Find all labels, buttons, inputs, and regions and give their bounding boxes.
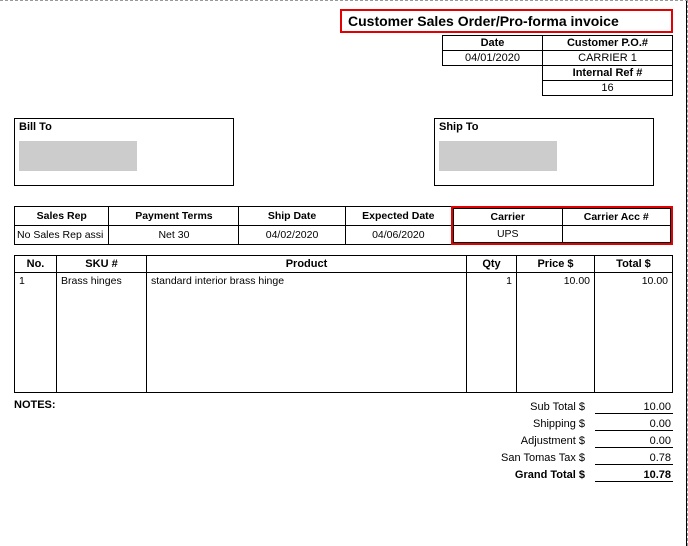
- date-header: Date: [443, 36, 543, 51]
- subtotal-label: Sub Total $: [423, 401, 595, 414]
- ship-to-label: Ship To: [435, 119, 653, 135]
- line-price: 10.00: [517, 273, 595, 393]
- ship-to-redacted: [439, 141, 557, 171]
- carrier-acc-value: [562, 226, 671, 243]
- details-row: Sales Rep Payment Terms Ship Date Expect…: [14, 206, 673, 245]
- ship-to-box: Ship To: [434, 118, 654, 186]
- shipping-value: 0.00: [595, 418, 673, 431]
- carrier-value: UPS: [454, 226, 563, 243]
- date-value: 04/01/2020: [443, 51, 543, 66]
- expected-value: 04/06/2020: [345, 226, 451, 245]
- bill-to-box: Bill To: [14, 118, 234, 186]
- adjustment-label: Adjustment $: [423, 435, 595, 448]
- totals-section: NOTES: Sub Total $ 10.00 Shipping $ 0.00…: [14, 399, 673, 484]
- carrier-header: Carrier: [454, 209, 563, 226]
- shipping-label: Shipping $: [423, 418, 595, 431]
- col-qty: Qty: [467, 256, 517, 273]
- notes-label: NOTES:: [14, 399, 56, 484]
- col-sku: SKU #: [57, 256, 147, 273]
- tax-value: 0.78: [595, 452, 673, 465]
- ref-header: Internal Ref #: [543, 66, 673, 81]
- line-items-table: No. SKU # Product Qty Price $ Total $ 1 …: [14, 255, 673, 393]
- line-qty: 1: [467, 273, 517, 393]
- terms-value: Net 30: [109, 226, 239, 245]
- col-product: Product: [147, 256, 467, 273]
- col-price: Price $: [517, 256, 595, 273]
- col-no: No.: [15, 256, 57, 273]
- line-no: 1: [15, 273, 57, 393]
- po-header: Customer P.O.#: [543, 36, 673, 51]
- grand-total-value: 10.78: [595, 469, 673, 482]
- address-row: Bill To Ship To: [14, 118, 673, 186]
- ship-date-value: 04/02/2020: [239, 226, 345, 245]
- line-product: standard interior brass hinge: [147, 273, 467, 393]
- bill-to-redacted: [19, 141, 137, 171]
- line-sku: Brass hinges: [57, 273, 147, 393]
- expected-header: Expected Date: [345, 207, 451, 226]
- po-value: CARRIER 1: [543, 51, 673, 66]
- document-title: Customer Sales Order/Pro-forma invoice: [340, 9, 673, 33]
- grand-total-label: Grand Total $: [423, 469, 595, 482]
- col-total: Total $: [595, 256, 673, 273]
- ship-date-header: Ship Date: [239, 207, 345, 226]
- sales-rep-value: No Sales Rep assi: [15, 226, 109, 245]
- tax-label: San Tomas Tax $: [423, 452, 595, 465]
- carrier-acc-header: Carrier Acc #: [562, 209, 671, 226]
- subtotal-value: 10.00: [595, 401, 673, 414]
- carrier-highlight-box: Carrier Carrier Acc # UPS: [451, 206, 673, 245]
- terms-header: Payment Terms: [109, 207, 239, 226]
- adjustment-value: 0.00: [595, 435, 673, 448]
- invoice-container: Customer Sales Order/Pro-forma invoice D…: [0, 0, 688, 546]
- sales-rep-header: Sales Rep: [15, 207, 109, 226]
- bill-to-label: Bill To: [15, 119, 233, 135]
- ref-value: 16: [543, 81, 673, 96]
- line-total: 10.00: [595, 273, 673, 393]
- table-row: 1 Brass hinges standard interior brass h…: [15, 273, 673, 393]
- header-block: Date Customer P.O.# 04/01/2020 CARRIER 1…: [14, 35, 673, 96]
